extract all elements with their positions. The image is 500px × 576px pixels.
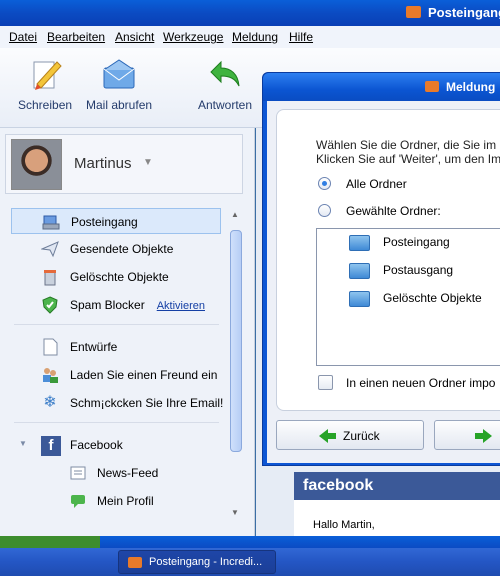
- paper-plane-icon: [40, 240, 59, 258]
- facebook-newsfeed[interactable]: News-Feed: [11, 460, 221, 486]
- email-preview: facebook Hallo Martin,: [294, 472, 500, 536]
- decorate-email[interactable]: ❄ Schm¡ckcken Sie Ihre Email!: [11, 390, 223, 416]
- folder-list[interactable]: Posteingang Postausgang Gelöschte Objekt…: [316, 228, 500, 366]
- main-titlebar[interactable]: Posteingang: [0, 0, 500, 26]
- next-button[interactable]: [434, 420, 500, 450]
- folder-icon: [349, 235, 370, 251]
- radio-selected-folders-label: Gewählte Ordner:: [346, 204, 441, 218]
- invite-friend[interactable]: Laden Sie einen Freund ein: [11, 362, 221, 388]
- write-button[interactable]: Schreiben: [18, 56, 72, 112]
- radio-selected-folders[interactable]: [318, 204, 331, 217]
- new-folder-checkbox-label: In einen neuen Ordner impo: [346, 376, 496, 390]
- scroll-down-icon[interactable]: ▼: [231, 508, 239, 517]
- scroll-up-icon[interactable]: ▲: [231, 210, 239, 219]
- radio-all-folders-label: Alle Ordner: [346, 177, 407, 191]
- back-button[interactable]: Zurück: [276, 420, 424, 450]
- chat-bubble-icon: [69, 492, 87, 510]
- folder-icon: [349, 263, 370, 279]
- menu-bearbeiten[interactable]: Bearbeiten: [47, 30, 105, 44]
- profile-name: Martinus: [74, 155, 132, 172]
- preview-greeting: Hallo Martin,: [313, 519, 375, 531]
- reply-arrow-icon: [207, 56, 243, 92]
- newsfeed-icon: [69, 464, 87, 482]
- trash-icon: [41, 268, 59, 286]
- menu-ansicht[interactable]: Ansicht: [115, 30, 154, 44]
- collapse-arrow-icon[interactable]: ▼: [19, 439, 27, 448]
- folder-pane: Martinus ▼ Posteingang Gesendete Objekte…: [0, 128, 255, 536]
- taskbar: Posteingang - Incredi...: [0, 548, 500, 576]
- avatar: [11, 139, 62, 190]
- folder-inbox[interactable]: Posteingang: [11, 208, 221, 234]
- profile-card[interactable]: Martinus ▼: [5, 134, 243, 194]
- snowflake-icon: ❄: [43, 394, 57, 411]
- dialog-instruction-1: Wählen Sie die Ordner, die Sie im: [316, 138, 497, 152]
- activate-link[interactable]: Aktivieren: [157, 300, 205, 312]
- spam-label: Spam Blocker: [70, 298, 145, 312]
- folder-facebook[interactable]: ▼ f Facebook: [11, 432, 221, 458]
- wallpaper: [0, 536, 100, 548]
- folder-drafts[interactable]: Entwürfe: [11, 334, 221, 360]
- fetch-mail-button[interactable]: Mail abrufen: [86, 56, 152, 112]
- folder-scrollbar[interactable]: ▲ ▼: [229, 208, 243, 518]
- facebook-profile[interactable]: Mein Profil: [11, 488, 221, 514]
- envelope-icon: [101, 56, 137, 92]
- folder-spam[interactable]: Spam Blocker Aktivieren: [11, 292, 221, 318]
- folder-deleted[interactable]: Gelöschte Objekte: [11, 264, 221, 290]
- shield-icon: [41, 296, 59, 314]
- divider: [14, 422, 219, 423]
- scroll-thumb[interactable]: [230, 230, 242, 452]
- desktop-strip: [0, 536, 500, 548]
- dialog-title: Meldung: [446, 80, 496, 94]
- mail-app-icon: [128, 557, 142, 568]
- taskbar-item[interactable]: Posteingang - Incredi...: [118, 550, 276, 574]
- back-arrow-icon: [319, 429, 336, 443]
- inbox-icon: [42, 213, 60, 231]
- folder-icon: [349, 291, 370, 307]
- folder-sent[interactable]: Gesendete Objekte: [11, 236, 221, 262]
- menu-hilfe[interactable]: Hilfe: [289, 30, 313, 44]
- facebook-banner: facebook: [294, 472, 500, 500]
- mail-app-icon: [406, 6, 421, 18]
- window-title: Posteingang: [428, 5, 500, 20]
- chevron-down-icon[interactable]: ▼: [143, 157, 153, 168]
- divider: [14, 324, 219, 325]
- draft-page-icon: [41, 338, 59, 356]
- mail-app-icon: [425, 81, 439, 92]
- dialog-titlebar[interactable]: Meldung: [263, 73, 500, 101]
- next-arrow-icon: [475, 429, 492, 443]
- menu-meldung[interactable]: Meldung: [232, 30, 278, 44]
- reply-button[interactable]: Antworten: [198, 56, 252, 112]
- facebook-icon: f: [41, 436, 61, 456]
- menu-bar: Datei Bearbeiten Ansicht Werkzeuge Meldu…: [0, 26, 500, 48]
- dialog-instruction-2: Klicken Sie auf 'Weiter', um den Im: [316, 152, 500, 166]
- radio-all-folders[interactable]: [318, 177, 331, 190]
- pencil-page-icon: [27, 56, 63, 92]
- menu-datei[interactable]: Datei: [9, 30, 37, 44]
- people-icon: [41, 366, 59, 384]
- facebook-logo: facebook: [303, 477, 374, 494]
- new-folder-checkbox[interactable]: [318, 375, 333, 390]
- menu-werkzeuge[interactable]: Werkzeuge: [163, 30, 223, 44]
